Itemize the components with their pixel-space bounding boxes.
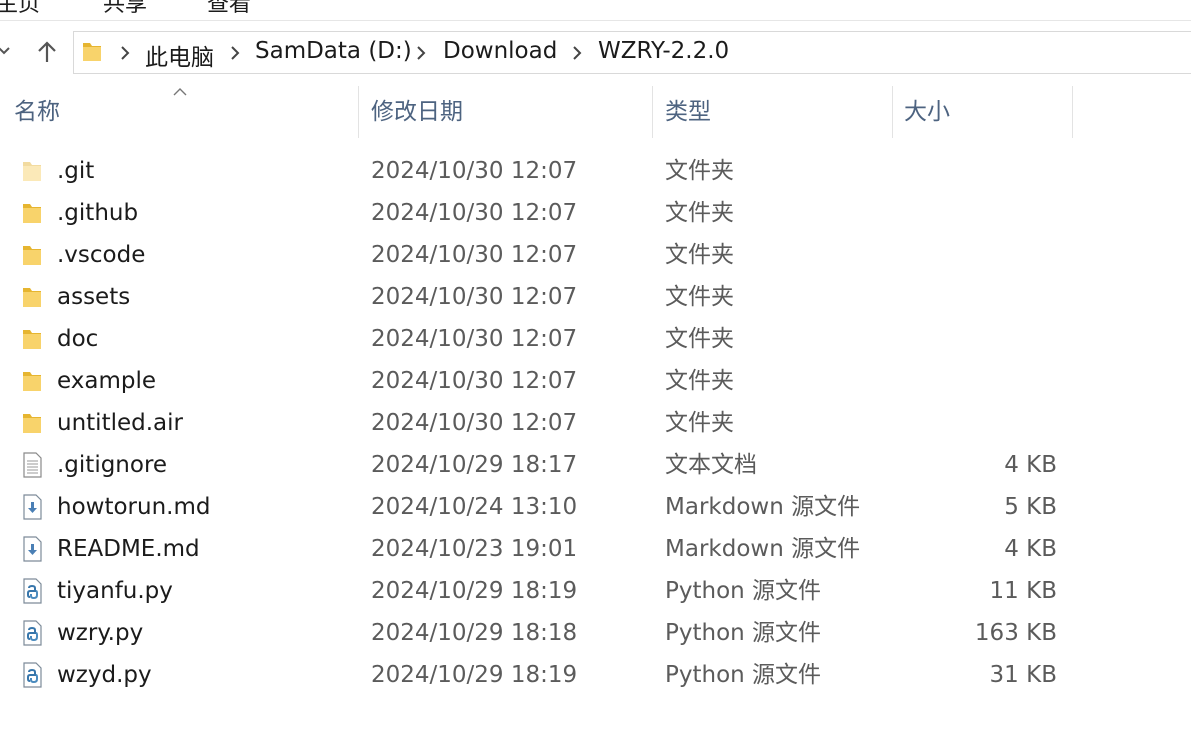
file-type: 文本文档 xyxy=(665,452,757,478)
arrow-up-icon xyxy=(38,41,56,62)
file-name: .git xyxy=(57,158,95,184)
file-type: Markdown 源文件 xyxy=(665,494,861,520)
navigation-bar: 此电脑 SamData (D:) Download WZRY-2.2.0 xyxy=(0,28,1191,76)
file-date: 2024/10/29 18:19 xyxy=(371,578,578,604)
file-date: 2024/10/29 18:19 xyxy=(371,662,578,688)
file-size: 31 KB xyxy=(989,662,1057,688)
python-file-icon xyxy=(20,578,44,604)
file-date: 2024/10/23 19:01 xyxy=(371,536,578,562)
file-type: 文件夹 xyxy=(665,200,734,226)
breadcrumb-separator-icon xyxy=(571,45,583,60)
column-divider[interactable] xyxy=(892,86,893,138)
column-divider[interactable] xyxy=(358,86,359,138)
file-size: 5 KB xyxy=(1004,494,1057,520)
python-file-icon xyxy=(20,662,44,688)
folder-icon xyxy=(20,284,44,310)
column-divider[interactable] xyxy=(1072,86,1073,138)
file-row[interactable]: example 2024/10/30 12:07 文件夹 xyxy=(0,360,1191,402)
file-name: tiyanfu.py xyxy=(57,578,173,604)
file-name: .github xyxy=(57,200,139,226)
file-name: doc xyxy=(57,326,99,352)
file-row[interactable]: tiyanfu.py 2024/10/29 18:19 Python 源文件 1… xyxy=(0,570,1191,612)
folder-icon xyxy=(20,410,44,436)
breadcrumb-samdata[interactable]: SamData (D:) xyxy=(255,38,412,64)
file-size: 4 KB xyxy=(1004,452,1057,478)
column-divider[interactable] xyxy=(652,86,653,138)
file-date: 2024/10/30 12:07 xyxy=(371,200,578,226)
file-type: Python 源文件 xyxy=(665,578,822,604)
file-type: Markdown 源文件 xyxy=(665,536,861,562)
file-name: README.md xyxy=(57,536,200,562)
up-button[interactable] xyxy=(30,36,64,68)
file-type: Python 源文件 xyxy=(665,662,822,688)
column-header-type[interactable]: 类型 xyxy=(665,86,711,138)
file-date: 2024/10/30 12:07 xyxy=(371,410,578,436)
sort-ascending-icon xyxy=(173,82,187,96)
breadcrumb-separator-icon xyxy=(229,45,241,60)
file-row[interactable]: .vscode 2024/10/30 12:07 文件夹 xyxy=(0,234,1191,276)
file-type: 文件夹 xyxy=(665,326,734,352)
folder-faded-icon xyxy=(20,158,44,184)
markdown-file-icon xyxy=(20,536,44,562)
folder-icon xyxy=(20,242,44,268)
file-name: .gitignore xyxy=(57,452,168,478)
tab-share[interactable]: 共享 xyxy=(103,0,147,18)
markdown-file-icon xyxy=(20,494,44,520)
column-header-date[interactable]: 修改日期 xyxy=(371,86,463,138)
file-row[interactable]: wzry.py 2024/10/29 18:18 Python 源文件 163 … xyxy=(0,612,1191,654)
column-header-row: 名称 修改日期 类型 大小 xyxy=(0,86,1191,138)
folder-icon xyxy=(20,200,44,226)
file-row[interactable]: README.md 2024/10/23 19:01 Markdown 源文件 … xyxy=(0,528,1191,570)
folder-icon xyxy=(81,40,103,68)
file-size: 11 KB xyxy=(989,578,1057,604)
file-row[interactable]: wzyd.py 2024/10/29 18:19 Python 源文件 31 K… xyxy=(0,654,1191,696)
file-type: Python 源文件 xyxy=(665,620,822,646)
file-row[interactable]: .git 2024/10/30 12:07 文件夹 xyxy=(0,150,1191,192)
file-name: howtorun.md xyxy=(57,494,211,520)
tab-home[interactable]: 主页 xyxy=(0,0,40,18)
file-type: 文件夹 xyxy=(665,368,734,394)
address-bar[interactable]: 此电脑 SamData (D:) Download WZRY-2.2.0 xyxy=(73,31,1191,74)
text-file-icon xyxy=(20,452,44,478)
column-header-size[interactable]: 大小 xyxy=(904,86,950,138)
file-date: 2024/10/30 12:07 xyxy=(371,284,578,310)
breadcrumb-separator-icon xyxy=(415,45,427,60)
file-date: 2024/10/29 18:17 xyxy=(371,452,578,478)
breadcrumb-download[interactable]: Download xyxy=(443,38,557,64)
file-name: wzry.py xyxy=(57,620,144,646)
breadcrumb-wzry[interactable]: WZRY-2.2.0 xyxy=(598,38,729,64)
file-row[interactable]: doc 2024/10/30 12:07 文件夹 xyxy=(0,318,1191,360)
breadcrumb-this-pc[interactable]: 此电脑 xyxy=(145,38,214,72)
file-size: 163 KB xyxy=(974,620,1057,646)
breadcrumb-separator-icon xyxy=(119,45,131,60)
tab-view[interactable]: 查看 xyxy=(207,0,251,18)
ribbon-tabs: 主页 共享 查看 xyxy=(0,0,1191,21)
folder-icon xyxy=(20,326,44,352)
file-type: 文件夹 xyxy=(665,410,734,436)
file-row[interactable]: howtorun.md 2024/10/24 13:10 Markdown 源文… xyxy=(0,486,1191,528)
file-row[interactable]: .github 2024/10/30 12:07 文件夹 xyxy=(0,192,1191,234)
file-size: 4 KB xyxy=(1004,536,1057,562)
file-row[interactable]: assets 2024/10/30 12:07 文件夹 xyxy=(0,276,1191,318)
file-name: untitled.air xyxy=(57,410,183,436)
recent-locations-chevron-icon[interactable] xyxy=(0,36,18,66)
file-row[interactable]: untitled.air 2024/10/30 12:07 文件夹 xyxy=(0,402,1191,444)
column-header-name[interactable]: 名称 xyxy=(14,86,60,138)
file-name: example xyxy=(57,368,156,394)
file-date: 2024/10/24 13:10 xyxy=(371,494,578,520)
folder-icon xyxy=(20,368,44,394)
file-name: wzyd.py xyxy=(57,662,152,688)
file-type: 文件夹 xyxy=(665,158,734,184)
file-date: 2024/10/30 12:07 xyxy=(371,368,578,394)
file-date: 2024/10/30 12:07 xyxy=(371,326,578,352)
file-type: 文件夹 xyxy=(665,284,734,310)
file-date: 2024/10/30 12:07 xyxy=(371,242,578,268)
file-type: 文件夹 xyxy=(665,242,734,268)
file-row[interactable]: .gitignore 2024/10/29 18:17 文本文档 4 KB xyxy=(0,444,1191,486)
file-name: assets xyxy=(57,284,131,310)
python-file-icon xyxy=(20,620,44,646)
file-date: 2024/10/30 12:07 xyxy=(371,158,578,184)
file-name: .vscode xyxy=(57,242,146,268)
file-date: 2024/10/29 18:18 xyxy=(371,620,578,646)
